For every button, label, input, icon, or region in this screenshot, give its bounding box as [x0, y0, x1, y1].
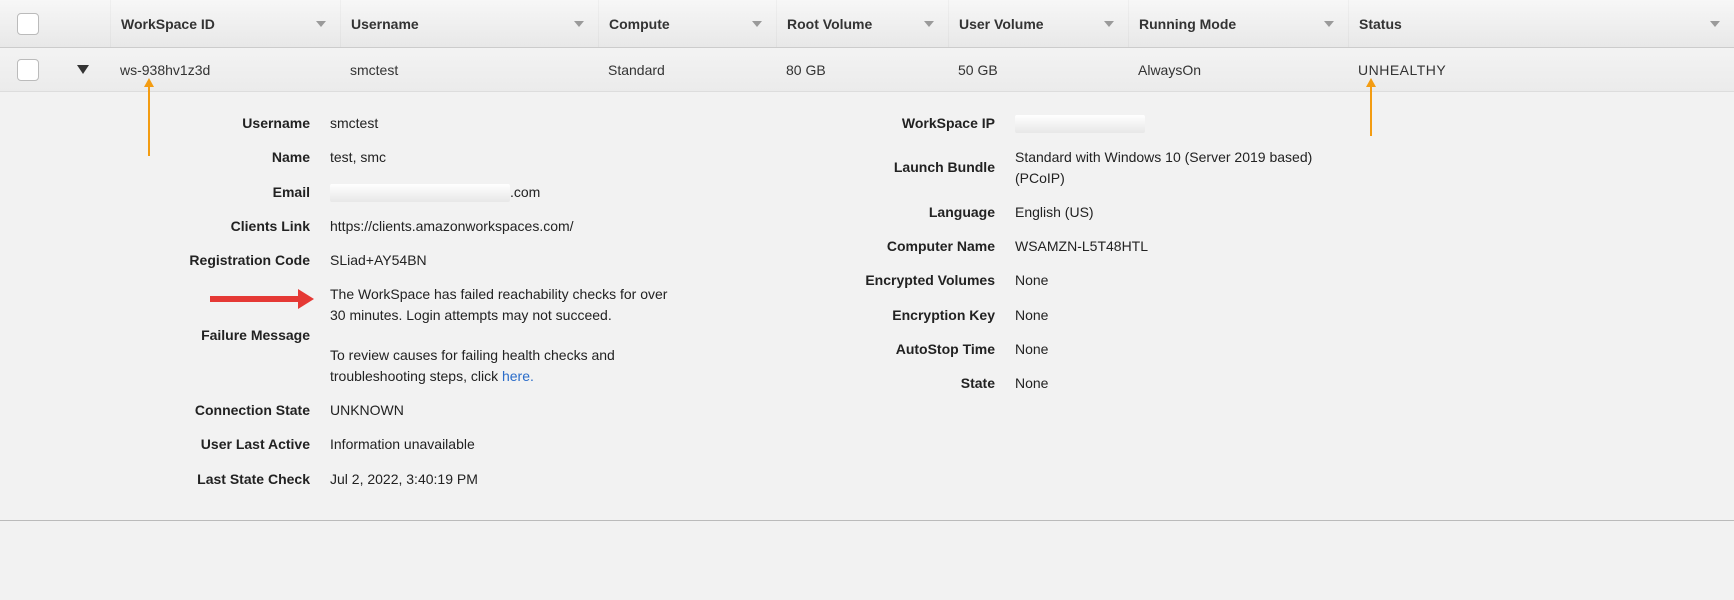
detail-label-encryption-key: Encryption Key	[800, 305, 1015, 325]
cell-username: smctest	[340, 62, 598, 78]
cell-workspace-id: ws-938hv1z3d	[110, 62, 340, 78]
detail-label-language: Language	[800, 202, 1015, 222]
detail-label-user-last-active: User Last Active	[0, 434, 330, 454]
column-header-label: Status	[1359, 16, 1402, 32]
failure-message-here-link[interactable]: here.	[502, 368, 534, 384]
detail-value-computer-name: WSAMZN-L5T48HTL	[1015, 236, 1370, 256]
detail-value-email: .com	[330, 182, 800, 202]
detail-label-state: State	[800, 373, 1015, 393]
detail-value-name: test, smc	[330, 147, 800, 167]
select-all-checkbox[interactable]	[17, 13, 39, 35]
sort-icon	[574, 21, 584, 27]
detail-value-connection-state: UNKNOWN	[330, 400, 800, 420]
sort-icon	[752, 21, 762, 27]
expand-row-icon[interactable]	[77, 65, 89, 74]
detail-label-name: Name	[0, 147, 330, 167]
column-header-status[interactable]: Status	[1348, 0, 1734, 47]
detail-value-username: smctest	[330, 113, 800, 133]
detail-label-launch-bundle: Launch Bundle	[800, 157, 1015, 177]
column-header-label: WorkSpace ID	[121, 16, 215, 32]
detail-value-autostop-time: None	[1015, 339, 1370, 359]
column-header-running-mode[interactable]: Running Mode	[1128, 0, 1348, 47]
detail-value-last-state-check: Jul 2, 2022, 3:40:19 PM	[330, 469, 800, 489]
detail-label-last-state-check: Last State Check	[0, 469, 330, 489]
cell-root-volume: 80 GB	[776, 62, 948, 78]
detail-value-launch-bundle: Standard with Windows 10 (Server 2019 ba…	[1015, 147, 1370, 188]
detail-value-user-last-active: Information unavailable	[330, 434, 800, 454]
column-header-username[interactable]: Username	[340, 0, 598, 47]
sort-icon	[316, 21, 326, 27]
sort-icon	[1324, 21, 1334, 27]
row-details-panel: Username smctest Name test, smc Email .c…	[0, 92, 1734, 521]
column-header-root-volume[interactable]: Root Volume	[776, 0, 948, 47]
detail-label-encrypted-volumes: Encrypted Volumes	[800, 270, 1015, 290]
detail-label-username: Username	[0, 113, 330, 133]
detail-value-encryption-key: None	[1015, 305, 1370, 325]
column-header-user-volume[interactable]: User Volume	[948, 0, 1128, 47]
detail-label-clients-link: Clients Link	[0, 216, 330, 236]
sort-icon	[1104, 21, 1114, 27]
detail-label-registration-code: Registration Code	[0, 250, 330, 270]
row-checkbox[interactable]	[17, 59, 39, 81]
annotation-arrow-icon	[210, 296, 300, 302]
cell-running-mode: AlwaysOn	[1128, 62, 1348, 78]
column-header-workspace-id[interactable]: WorkSpace ID	[110, 0, 340, 47]
redacted-region	[330, 184, 510, 202]
cell-user-volume: 50 GB	[948, 62, 1128, 78]
table-header-row: WorkSpace ID Username Compute Root Volum…	[0, 0, 1734, 48]
detail-label-connection-state: Connection State	[0, 400, 330, 420]
column-header-label: User Volume	[959, 16, 1044, 32]
detail-value-language: English (US)	[1015, 202, 1370, 222]
column-header-label: Compute	[609, 16, 670, 32]
detail-label-computer-name: Computer Name	[800, 236, 1015, 256]
sort-icon	[1710, 21, 1720, 27]
redacted-region	[1015, 115, 1145, 133]
cell-status: UNHEALTHY	[1348, 62, 1734, 78]
detail-label-workspace-ip: WorkSpace IP	[800, 113, 1015, 133]
detail-value-state: None	[1015, 373, 1370, 393]
detail-value-workspace-ip	[1015, 113, 1370, 133]
detail-label-failure-message: Failure Message	[0, 325, 330, 345]
detail-label-autostop-time: AutoStop Time	[800, 339, 1015, 359]
column-header-label: Running Mode	[1139, 16, 1236, 32]
cell-compute: Standard	[598, 62, 776, 78]
annotation-arrow-icon	[148, 86, 150, 156]
detail-value-registration-code: SLiad+AY54BN	[330, 250, 800, 270]
detail-value-failure-message: The WorkSpace has failed reachability ch…	[330, 284, 700, 385]
column-header-compute[interactable]: Compute	[598, 0, 776, 47]
column-header-label: Username	[351, 16, 419, 32]
table-row[interactable]: ws-938hv1z3d smctest Standard 80 GB 50 G…	[0, 48, 1734, 92]
annotation-arrow-icon	[1370, 86, 1372, 136]
sort-icon	[924, 21, 934, 27]
detail-label-email: Email	[0, 182, 330, 202]
detail-value-clients-link: https://clients.amazonworkspaces.com/	[330, 216, 800, 236]
detail-value-encrypted-volumes: None	[1015, 270, 1370, 290]
column-header-label: Root Volume	[787, 16, 872, 32]
